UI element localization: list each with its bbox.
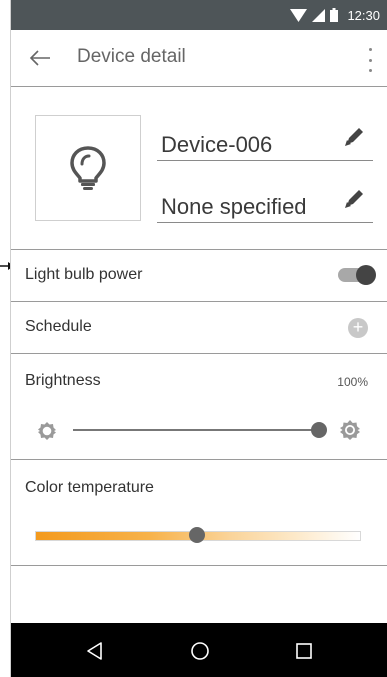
back-arrow-icon[interactable] [29,43,51,73]
wifi-icon [290,8,308,22]
nav-back-icon[interactable] [86,641,104,661]
add-schedule-plus-icon[interactable]: + [348,318,368,338]
status-icons: 12:30 [290,6,380,24]
more-options-icon[interactable] [366,48,374,72]
brightness-value: 100% [337,375,368,389]
device-location-field[interactable]: None specified [157,184,373,223]
brightness-low-icon [38,422,56,440]
color-temperature-label: Color temperature [25,479,154,496]
status-bar: 12:30 [11,0,387,30]
divider [11,459,387,460]
edit-name-pencil-icon[interactable] [343,126,365,148]
device-header: Device-006 None specified [11,87,387,249]
device-image [35,115,141,221]
app-bar: Device detail [11,30,387,87]
color-temperature-slider-knob[interactable] [189,527,205,543]
power-toggle[interactable] [338,265,376,285]
nav-home-icon[interactable] [190,641,210,661]
status-time: 12:30 [347,7,380,23]
brightness-slider-knob[interactable] [311,422,327,438]
cell-signal-icon [312,8,326,22]
schedule-label: Schedule [25,318,92,335]
phone-screen: 12:30 Device detail Device-006 None spec… [10,0,387,677]
edit-location-pencil-icon[interactable] [343,188,365,210]
divider [11,301,387,302]
device-name: Device-006 [161,132,273,157]
battery-icon [330,8,339,22]
divider [11,353,387,354]
device-name-field[interactable]: Device-006 [157,122,373,161]
device-location: None specified [161,194,307,219]
toggle-knob [356,265,376,285]
brightness-slider-track[interactable] [73,429,319,431]
page-title: Device detail [77,46,186,67]
lightbulb-icon [70,146,106,190]
divider [11,249,387,250]
divider [11,565,387,566]
power-label: Light bulb power [25,266,143,283]
nav-recents-icon[interactable] [295,642,313,660]
system-nav-bar [11,623,387,677]
brightness-label: Brightness [25,372,101,389]
brightness-high-icon [340,420,360,440]
